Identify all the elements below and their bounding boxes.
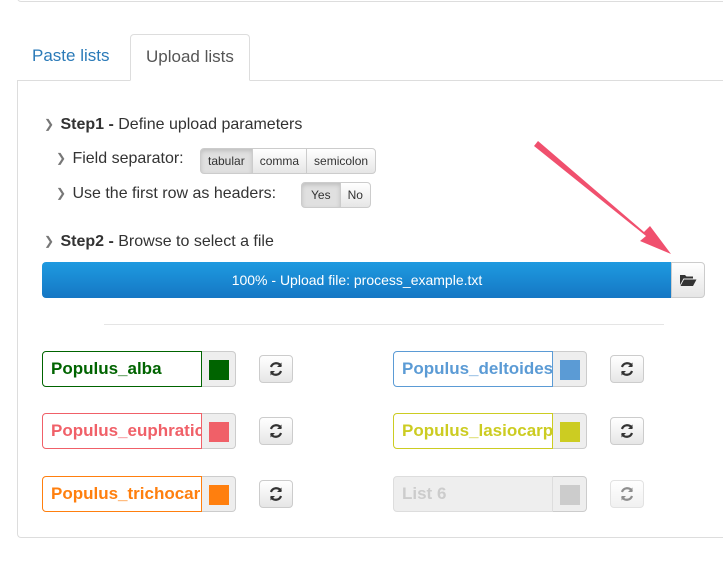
color-swatch	[560, 360, 580, 380]
list-refresh-button-5[interactable]	[259, 480, 293, 508]
step1-number: Step1 -	[60, 116, 114, 133]
list-name-input-3[interactable]: Populus_euphratica	[42, 413, 202, 449]
step2-number: Step2 -	[60, 233, 114, 250]
chevron-right-icon: ❯	[56, 186, 67, 200]
list-name-input-6: List 6	[393, 476, 553, 512]
step2-text: Browse to select a file	[118, 233, 274, 250]
separator-button-group: tabular comma semicolon	[200, 148, 377, 174]
color-swatch	[560, 485, 580, 505]
upload-progress-text: 100% - Upload file: process_example.txt	[231, 272, 483, 288]
list-refresh-button-1[interactable]	[259, 355, 293, 383]
separator-semicolon-button[interactable]: semicolon	[306, 148, 377, 174]
color-swatch	[560, 422, 580, 442]
list-color-picker-1[interactable]	[202, 351, 236, 387]
headers-row: ❯ Use the first row as headers:	[56, 185, 276, 203]
folder-open-icon	[680, 275, 697, 286]
tab-upload-lists[interactable]: Upload lists	[130, 34, 250, 81]
list-color-picker-6	[553, 476, 587, 512]
upload-progress-bar: 100% - Upload file: process_example.txt	[42, 262, 672, 298]
list-refresh-button-3[interactable]	[259, 417, 293, 445]
headers-label: Use the first row as headers:	[72, 185, 277, 202]
step1-heading: ❯ Step1 - Define upload parameters	[44, 116, 302, 134]
chevron-right-icon: ❯	[44, 117, 55, 131]
refresh-icon	[269, 362, 283, 376]
list-color-picker-2[interactable]	[553, 351, 587, 387]
refresh-icon	[269, 424, 283, 438]
browse-file-button[interactable]	[671, 262, 705, 298]
top-panel-border	[17, 0, 723, 2]
list-refresh-button-4[interactable]	[610, 417, 644, 445]
color-swatch	[209, 360, 229, 380]
divider	[104, 324, 664, 325]
list-color-picker-5[interactable]	[202, 476, 236, 512]
chevron-right-icon: ❯	[56, 151, 67, 165]
refresh-icon	[620, 487, 634, 501]
list-refresh-button-6	[610, 480, 644, 508]
tab-bar: Paste lists Upload lists	[17, 34, 723, 81]
separator-row: ❯ Field separator:	[56, 150, 184, 168]
headers-no-button[interactable]: No	[339, 182, 371, 208]
list-name-input-4[interactable]: Populus_lasiocarpa	[393, 413, 553, 449]
list-name-input-1[interactable]: Populus_alba	[42, 351, 202, 387]
tab-paste-lists[interactable]: Paste lists	[17, 34, 124, 80]
refresh-icon	[620, 424, 634, 438]
headers-yes-button[interactable]: Yes	[301, 182, 341, 208]
refresh-icon	[620, 362, 634, 376]
color-swatch	[209, 422, 229, 442]
list-color-picker-3[interactable]	[202, 413, 236, 449]
separator-label: Field separator:	[72, 150, 184, 167]
chevron-right-icon: ❯	[44, 234, 55, 248]
separator-tabular-button[interactable]: tabular	[200, 148, 253, 174]
headers-button-group: Yes No	[301, 182, 371, 208]
list-name-input-2[interactable]: Populus_deltoides	[393, 351, 553, 387]
step1-text: Define upload parameters	[118, 116, 303, 133]
refresh-icon	[269, 487, 283, 501]
separator-comma-button[interactable]: comma	[251, 148, 308, 174]
list-color-picker-4[interactable]	[553, 413, 587, 449]
list-refresh-button-2[interactable]	[610, 355, 644, 383]
color-swatch	[209, 485, 229, 505]
list-name-input-5[interactable]: Populus_trichocarpa	[42, 476, 202, 512]
step2-heading: ❯ Step2 - Browse to select a file	[44, 233, 274, 251]
